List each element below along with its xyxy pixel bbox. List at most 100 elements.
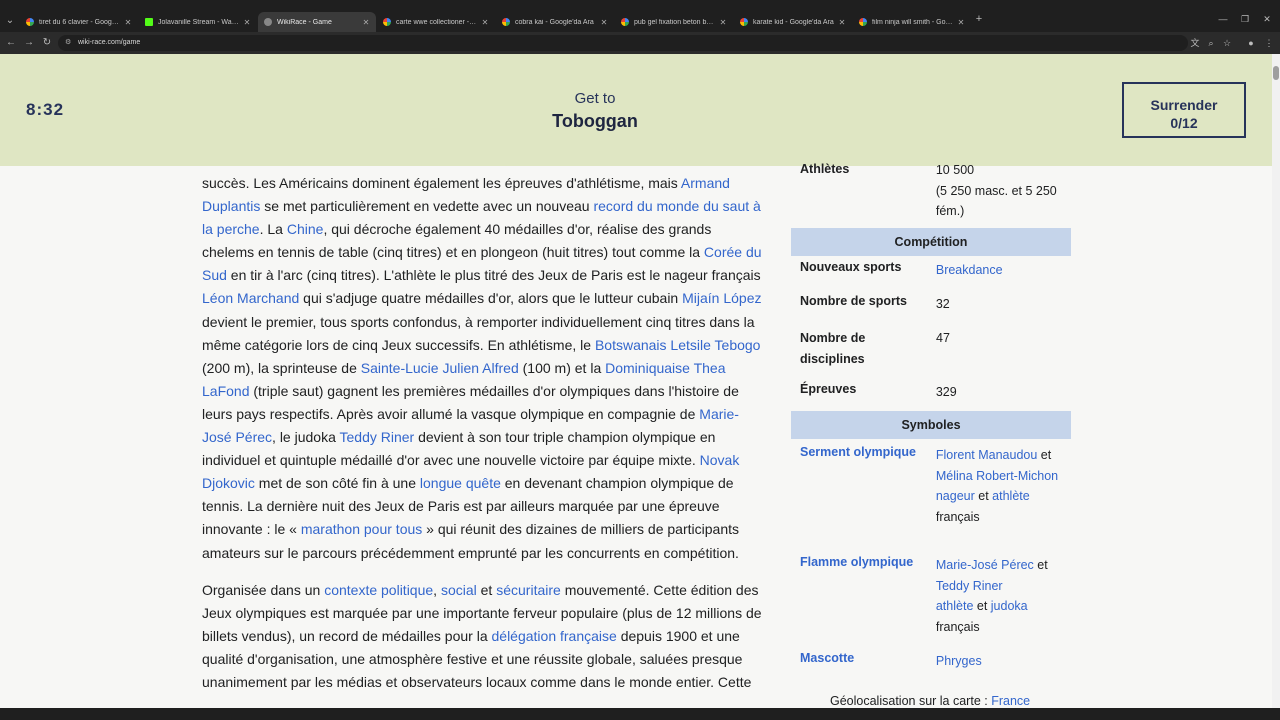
phryges-link[interactable]: Phryges: [936, 654, 982, 668]
surrender-button[interactable]: Surrender 0/12: [1122, 82, 1246, 138]
riner-link[interactable]: Teddy Riner: [936, 579, 1003, 593]
perec-link[interactable]: Marie-José Pérec: [936, 558, 1034, 572]
article-paragraph: succès. Les Américains dominent égalemen…: [202, 172, 764, 565]
new-tab-icon[interactable]: +: [974, 13, 984, 25]
browser-tab[interactable]: pub gel fixation beton batiment ✕: [615, 12, 733, 32]
infobox-row-new-sports: Nouveaux sports Breakdance: [791, 256, 1071, 290]
robert-michon-link[interactable]: Mélina Robert-Michon: [936, 469, 1058, 483]
browser-tab[interactable]: karate kid - Google'da Ara ✕: [734, 12, 852, 32]
tab-close-icon[interactable]: ✕: [957, 18, 965, 27]
tab-title: pub gel fixation beton batiment: [634, 18, 715, 26]
close-window-icon[interactable]: ✕: [1260, 14, 1274, 25]
article-paragraph: Organisée dans un contexte politique, so…: [202, 579, 764, 694]
tab-close-icon[interactable]: ✕: [719, 18, 727, 27]
google-favicon-icon: [383, 18, 391, 26]
article-link[interactable]: Sainte-Lucie Julien Alfred: [361, 360, 519, 376]
browser-tab[interactable]: Jolavanille Stream - Watch Live ✕: [139, 12, 257, 32]
window-bottom-edge: [0, 708, 1280, 720]
article-link[interactable]: Teddy Riner: [340, 429, 415, 445]
article-link[interactable]: social: [441, 582, 477, 598]
geolocation-line: Géolocalisation sur la carte : France: [830, 694, 1030, 708]
browser-tab[interactable]: tiret du 6 clavier - Google'da Ara ✕: [20, 12, 138, 32]
scrollbar[interactable]: [1272, 54, 1280, 710]
and-text: et: [974, 489, 993, 504]
infobox-header-competition: Compétition: [791, 228, 1071, 256]
translate-icon[interactable]: 文: [1188, 36, 1202, 50]
article-link[interactable]: Chine: [287, 221, 324, 237]
infobox-value: 47: [936, 331, 950, 345]
athletes-detail: (5 250 masc. et 5 250 fém.): [935, 183, 1057, 219]
article-text: qui s'adjuge quatre médailles d'or, alor…: [299, 290, 683, 307]
infobox-row-mascot: Mascotte Phryges: [791, 651, 1071, 679]
tab-title: karate kid - Google'da Ara: [753, 18, 834, 26]
mascot-link[interactable]: Mascotte: [800, 651, 936, 679]
article-text: (triple saut) gagnent les premières méda…: [202, 382, 739, 422]
article-text: met de son côté fin à une: [254, 475, 420, 492]
article-link[interactable]: marathon pour tous: [301, 521, 422, 537]
and-text: et: [1037, 448, 1052, 462]
tab-title: WikiRace - Game: [277, 18, 332, 26]
oath-link[interactable]: Serment olympique: [800, 445, 936, 555]
maximize-icon[interactable]: ❐: [1238, 14, 1252, 25]
profile-icon[interactable]: ●: [1244, 36, 1258, 50]
tab-close-icon[interactable]: ✕: [124, 18, 132, 27]
site-info-icon[interactable]: ⚙: [65, 35, 71, 51]
judoka-link[interactable]: judoka: [991, 599, 1028, 613]
france-link[interactable]: France: [991, 694, 1030, 708]
breakdance-link[interactable]: Breakdance: [936, 263, 1003, 277]
tab-title: cobra kai - Google'da Ara: [515, 18, 594, 26]
infobox-label: Athlètes: [800, 162, 850, 176]
tab-search-icon[interactable]: ⌄: [4, 14, 16, 28]
tab-close-icon[interactable]: ✕: [481, 18, 489, 27]
article-link[interactable]: Mijaín López: [682, 290, 761, 306]
swimmer-link[interactable]: nageur: [936, 489, 975, 503]
bookmark-star-icon[interactable]: ☆: [1220, 36, 1234, 50]
url-input[interactable]: ⚙ wiki-race.com/game: [58, 35, 1188, 51]
tab-close-icon[interactable]: ✕: [362, 18, 370, 27]
flame-link[interactable]: Flamme olympique: [800, 555, 936, 651]
kick-favicon-icon: [145, 18, 153, 26]
article-text: se met particulièrement en vedette avec …: [260, 198, 594, 215]
tab-close-icon[interactable]: ✕: [600, 18, 608, 27]
browser-tab[interactable]: cobra kai - Google'da Ara ✕: [496, 12, 614, 32]
infobox-row-athletes: Athlètes 10 500 (5 250 masc. et 5 250 fé…: [791, 160, 1071, 228]
back-icon[interactable]: ←: [4, 36, 18, 50]
google-favicon-icon: [502, 18, 510, 26]
infobox-row-num-disciplines: Nombre de disciplines 47: [791, 324, 1071, 378]
article-link[interactable]: Léon Marchand: [202, 290, 299, 306]
article-link[interactable]: sécuritaire: [496, 582, 561, 598]
athlete-link[interactable]: athlète: [936, 599, 974, 613]
manaudou-link[interactable]: Florent Manaudou: [936, 448, 1037, 462]
nationality-text: français: [935, 509, 980, 524]
google-favicon-icon: [26, 18, 34, 26]
google-favicon-icon: [859, 18, 867, 26]
tab-title: Jolavanille Stream - Watch Live: [158, 18, 239, 26]
infobox-row-num-sports: Nombre de sports 32: [791, 290, 1071, 324]
nationality-text: français: [935, 619, 980, 634]
google-favicon-icon: [740, 18, 748, 26]
athlete-link[interactable]: athlète: [992, 489, 1030, 503]
infobox-label: Nouveaux sports: [800, 260, 902, 274]
reload-icon[interactable]: ↻: [40, 36, 54, 50]
minimize-icon[interactable]: —: [1216, 14, 1230, 24]
article-text: Organisée dans un: [202, 581, 325, 598]
url-text: wiki-race.com/game: [78, 39, 141, 46]
timer: 8:32: [26, 100, 65, 119]
infobox-row-flame: Flamme olympique Marie-José Pérec et Ted…: [791, 555, 1071, 651]
browser-tab[interactable]: film ninja will smith - Google'da ✕: [853, 12, 971, 32]
infobox-value: Marie-José Pérec et Teddy Riner athlète …: [936, 555, 1062, 651]
browser-tab[interactable]: WikiRace - Game ✕: [258, 12, 376, 32]
article-text: en tir à l'arc (cinq titres). L'athlète …: [226, 267, 761, 284]
article-link[interactable]: Botswanais Letsile Tebogo: [595, 337, 761, 353]
tab-close-icon[interactable]: ✕: [838, 18, 846, 27]
scrollbar-thumb[interactable]: [1273, 66, 1279, 80]
article-link[interactable]: délégation française: [492, 628, 617, 644]
browser-tab[interactable]: carte wwe collectioner - Google ✕: [377, 12, 495, 32]
zoom-icon[interactable]: ⌕: [1204, 36, 1218, 50]
menu-icon[interactable]: ⋮: [1262, 36, 1276, 50]
forward-icon[interactable]: →: [22, 36, 36, 50]
tab-close-icon[interactable]: ✕: [243, 18, 251, 27]
infobox-label: Nombre de sports: [800, 294, 907, 308]
article-link[interactable]: contexte politique: [324, 582, 433, 598]
article-link[interactable]: longue quête: [420, 475, 501, 491]
